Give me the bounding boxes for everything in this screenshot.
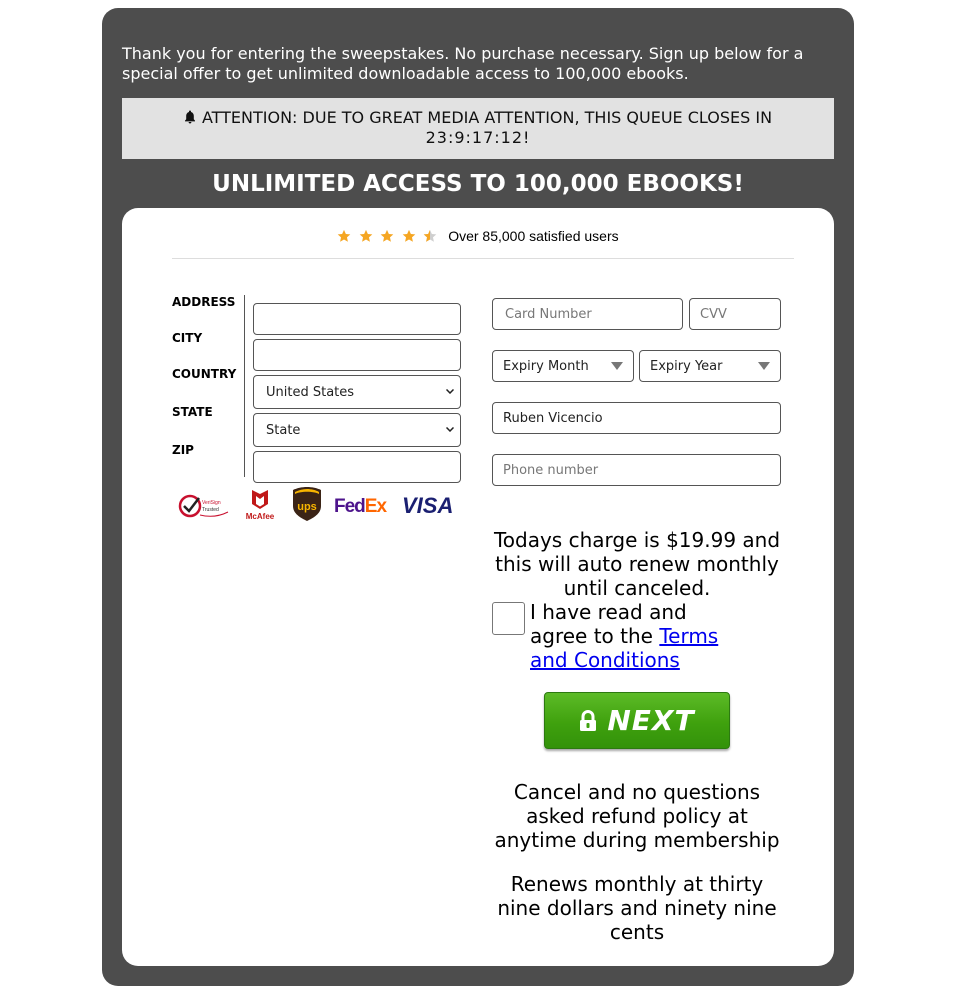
full-name-input[interactable] (492, 402, 781, 434)
lock-icon (580, 709, 597, 731)
city-input-field[interactable] (266, 347, 448, 363)
city-label: CITY (172, 331, 203, 345)
card-number-input[interactable] (492, 298, 683, 330)
chevron-down-icon (446, 427, 454, 432)
svg-text:Trusted: Trusted (202, 507, 219, 513)
charge-text: Todays charge is $19.99 and this will au… (493, 528, 781, 600)
mcafee-logo: McAfee (246, 490, 275, 521)
city-input[interactable] (253, 339, 461, 371)
verisign-trusted-logo: VeriSign Trusted (178, 494, 229, 518)
country-select-value: United States (266, 384, 355, 400)
address-label: ADDRESS (172, 295, 236, 309)
fedex-logo: FedEx (334, 496, 388, 517)
country-select[interactable]: United States (253, 375, 461, 409)
visa-logo: VISA (402, 493, 453, 518)
attention-banner: ATTENTION: DUE TO GREAT MEDIA ATTENTION,… (122, 98, 834, 159)
expiry-month-select[interactable]: Expiry Month (492, 350, 634, 382)
full-name-field[interactable] (503, 410, 770, 426)
state-label: STATE (172, 405, 213, 419)
next-button[interactable]: NEXT (544, 692, 730, 749)
phone-field[interactable] (503, 462, 770, 478)
cvv-field[interactable] (700, 306, 770, 322)
next-button-label: NEXT (607, 704, 695, 737)
svg-text:VISA: VISA (402, 493, 453, 518)
countdown-timer: 23:9:17:12! (425, 128, 531, 147)
rating: Over 85,000 satisfied users (122, 228, 834, 244)
refund-policy-text: Cancel and no questions asked refund pol… (494, 780, 780, 852)
renewal-text: Renews monthly at thirty nine dollars an… (497, 872, 777, 944)
svg-text:ups: ups (297, 501, 317, 513)
headline: UNLIMITED ACCESS TO 100,000 EBOOKS! (212, 171, 744, 197)
address-input[interactable] (253, 303, 461, 335)
svg-text:FedEx: FedEx (334, 496, 387, 517)
chevron-down-icon (446, 389, 454, 394)
svg-text:McAfee: McAfee (246, 512, 275, 521)
intro-text: Thank you for entering the sweepstakes. … (122, 44, 804, 83)
rating-text: Over 85,000 satisfied users (448, 228, 619, 244)
offer-panel: Thank you for entering the sweepstakes. … (102, 8, 854, 986)
star-rating (337, 228, 440, 244)
triangle-down-icon (758, 362, 770, 370)
zip-input-field[interactable] (266, 459, 448, 475)
zip-input[interactable] (253, 451, 461, 483)
cvv-input[interactable] (689, 298, 781, 330)
signup-card: Over 85,000 satisfied users ADDRESS CITY… (122, 208, 834, 966)
star-icon (380, 229, 394, 242)
star-icon (338, 229, 351, 242)
divider (172, 258, 794, 259)
address-input-field[interactable] (266, 311, 448, 327)
state-select[interactable]: State (253, 413, 461, 447)
svg-text:VeriSign: VeriSign (202, 500, 221, 506)
country-label: COUNTRY (172, 367, 237, 381)
star-icon (359, 229, 373, 242)
address-labels: ADDRESS CITY COUNTRY STATE ZIP (172, 295, 245, 477)
star-icon (402, 229, 416, 242)
half-star-icon (423, 229, 437, 242)
phone-input[interactable] (492, 454, 781, 486)
terms-checkbox[interactable] (492, 602, 525, 635)
state-select-value: State (266, 422, 301, 438)
zip-label: ZIP (172, 443, 194, 457)
triangle-down-icon (611, 362, 623, 370)
attention-text: ATTENTION: DUE TO GREAT MEDIA ATTENTION,… (201, 108, 773, 127)
trust-logos: VeriSign Trusted McAfee ups FedEx VISA (178, 487, 468, 528)
expiry-month-value: Expiry Month (503, 358, 589, 374)
bell-icon (184, 110, 195, 124)
expiry-year-select[interactable]: Expiry Year (639, 350, 781, 382)
card-number-field[interactable] (505, 306, 670, 322)
expiry-year-value: Expiry Year (650, 358, 723, 374)
ups-logo: ups (293, 487, 321, 521)
